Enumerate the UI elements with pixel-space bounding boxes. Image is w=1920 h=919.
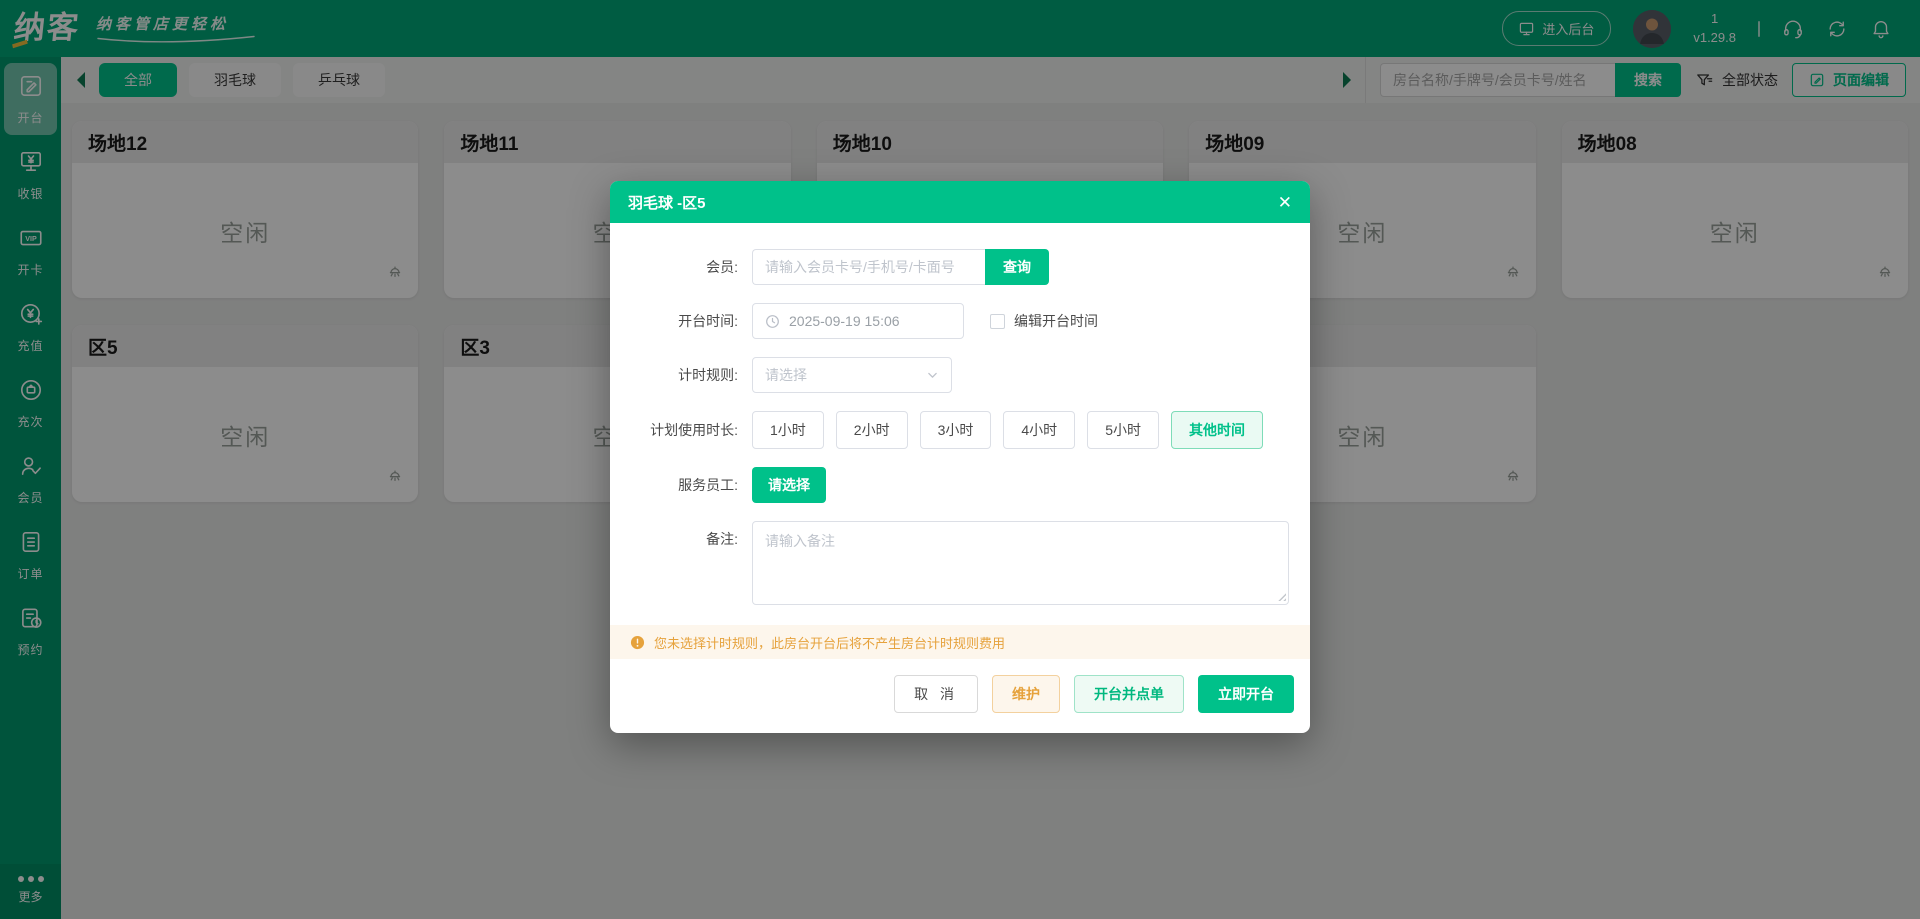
clock-icon	[765, 314, 780, 329]
timing-rule-placeholder: 请选择	[765, 365, 807, 385]
duration-option-5h[interactable]: 5小时	[1087, 411, 1159, 449]
close-icon[interactable]: ✕	[1278, 194, 1292, 211]
staff-select-button[interactable]: 请选择	[752, 467, 826, 503]
warning-text: 您未选择计时规则，此房台开台后将不产生房台计时规则费用	[654, 633, 1005, 652]
open-time-value: 2025-09-19 15:06	[789, 313, 900, 329]
open-table-modal: 羽毛球 -区5 ✕ 会员: 查询 开台时间: 2025-09-19 15:06	[610, 181, 1310, 733]
remark-label: 备注:	[610, 521, 752, 557]
member-query-button[interactable]: 查询	[985, 249, 1049, 285]
warning-icon	[630, 635, 645, 650]
edit-open-time-checkbox-wrap[interactable]: 编辑开台时间	[990, 303, 1098, 339]
duration-option-other[interactable]: 其他时间	[1171, 411, 1263, 449]
timing-rule-label: 计时规则:	[610, 357, 752, 393]
duration-label: 计划使用时长:	[610, 411, 752, 449]
edit-open-time-label: 编辑开台时间	[1014, 311, 1098, 331]
cancel-button[interactable]: 取 消	[894, 675, 978, 713]
modal-header: 羽毛球 -区5 ✕	[610, 181, 1310, 223]
remark-textarea[interactable]	[752, 521, 1289, 605]
edit-open-time-checkbox[interactable]	[990, 314, 1005, 329]
duration-option-1h[interactable]: 1小时	[752, 411, 824, 449]
open-time-label: 开台时间:	[610, 303, 752, 339]
warning-bar: 您未选择计时规则，此房台开台后将不产生房台计时规则费用	[610, 625, 1310, 659]
member-label: 会员:	[610, 249, 752, 285]
modal-footer: 取 消 维护 开台并点单 立即开台	[610, 659, 1310, 733]
timing-rule-select[interactable]: 请选择	[752, 357, 952, 393]
screen: 纳客 纳客管店更轻松 进入后台 1 v1.29.8	[0, 0, 1920, 919]
duration-options: 1小时 2小时 3小时 4小时 5小时其他时间	[752, 411, 1263, 449]
duration-option-4h[interactable]: 4小时	[1003, 411, 1075, 449]
maintain-button[interactable]: 维护	[992, 675, 1060, 713]
modal-title: 羽毛球 -区5	[628, 192, 706, 213]
open-and-order-button[interactable]: 开台并点单	[1074, 675, 1184, 713]
open-now-button[interactable]: 立即开台	[1198, 675, 1294, 713]
chevron-down-icon	[926, 369, 939, 382]
member-input[interactable]	[752, 249, 985, 285]
open-time-input[interactable]: 2025-09-19 15:06	[752, 303, 964, 339]
duration-option-2h[interactable]: 2小时	[836, 411, 908, 449]
duration-option-3h[interactable]: 3小时	[920, 411, 992, 449]
staff-label: 服务员工:	[610, 467, 752, 503]
